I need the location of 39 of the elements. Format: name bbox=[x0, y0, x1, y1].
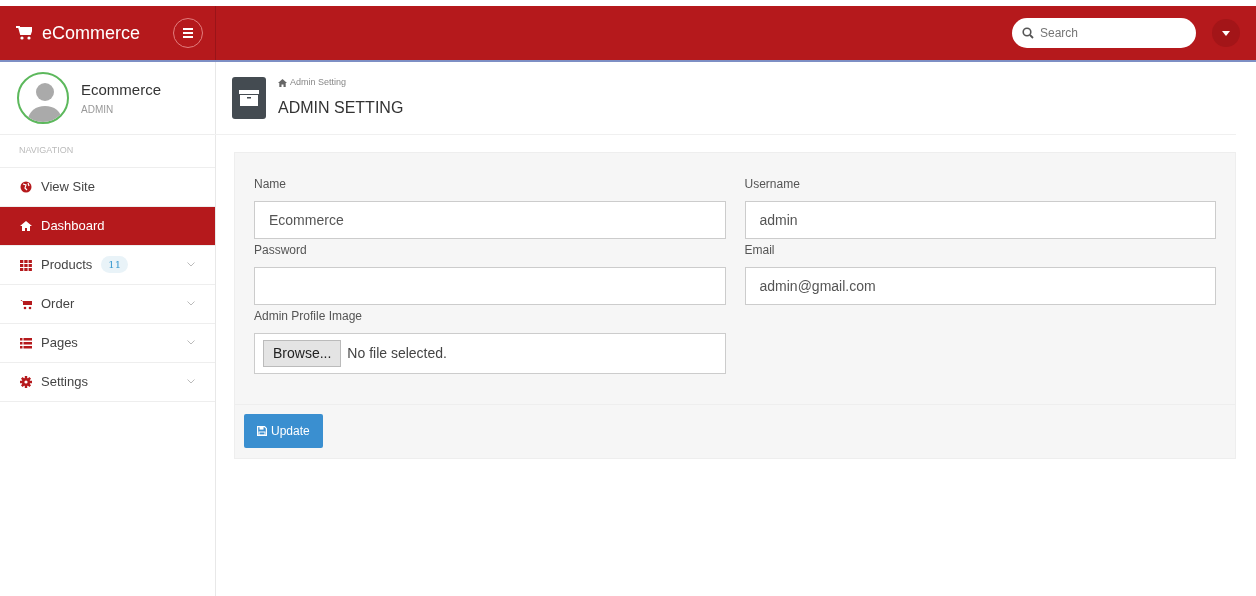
count-badge: 11 bbox=[101, 256, 129, 273]
search-field[interactable]: Search bbox=[1012, 18, 1196, 48]
list-icon bbox=[20, 336, 32, 349]
globe-icon bbox=[20, 180, 32, 193]
save-icon bbox=[257, 426, 267, 436]
nav-item[interactable]: Products 11 bbox=[0, 245, 215, 285]
nav-item[interactable]: Pages bbox=[0, 323, 215, 363]
profile-role: ADMIN bbox=[81, 102, 115, 117]
field-label: Name bbox=[254, 176, 287, 193]
field-label: Password bbox=[254, 242, 308, 259]
input-field[interactable]: admin bbox=[744, 201, 1216, 239]
cart-icon bbox=[16, 26, 32, 40]
menu-icon bbox=[182, 28, 194, 38]
page-title: ADMIN SETTING bbox=[278, 97, 404, 118]
field-label: Email bbox=[744, 242, 776, 259]
home-icon bbox=[20, 219, 32, 232]
home-icon[interactable] bbox=[278, 79, 287, 87]
nav-item[interactable]: Order bbox=[0, 284, 215, 324]
input-field[interactable]: Ecommerce bbox=[254, 201, 726, 239]
file-status: No file selected. bbox=[347, 344, 447, 363]
field-label: Username bbox=[744, 176, 801, 193]
avatar bbox=[17, 72, 69, 124]
password-field[interactable] bbox=[254, 267, 726, 305]
archive-icon bbox=[232, 77, 266, 119]
breadcrumb: Admin Setting bbox=[290, 76, 347, 90]
profile-name: Ecommerce bbox=[81, 80, 162, 101]
nav-item[interactable]: Dashboard bbox=[0, 206, 215, 246]
nav-item[interactable]: View Site bbox=[0, 167, 215, 207]
browse-button[interactable]: Browse... bbox=[263, 340, 342, 367]
nav-item[interactable]: Settings bbox=[0, 362, 215, 402]
field-label: Admin Profile Image bbox=[254, 308, 364, 325]
gear-icon bbox=[20, 375, 32, 388]
input-field[interactable]: admin@gmail.com bbox=[744, 267, 1216, 305]
caret-icon bbox=[1222, 30, 1230, 36]
brand-title: eCommerce bbox=[42, 21, 141, 45]
dropdown-button[interactable] bbox=[1212, 19, 1240, 47]
file-input[interactable]: Browse... No file selected. bbox=[254, 333, 726, 374]
nav-heading: NAVIGATION bbox=[0, 135, 215, 168]
grid-icon bbox=[20, 258, 32, 271]
